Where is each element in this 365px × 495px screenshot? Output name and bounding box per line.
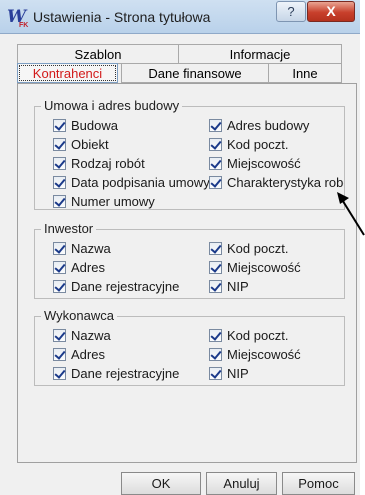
checkbox-numer-umowy[interactable]: Numer umowy bbox=[53, 194, 155, 211]
checkbox-checked-icon bbox=[209, 280, 222, 293]
checkbox-budowa[interactable]: Budowa bbox=[53, 118, 118, 135]
group-inwestor: Inwestor Nazwa Adres Dane rejestracyjne … bbox=[34, 221, 345, 299]
checkbox-miejscowosc[interactable]: Miejscowość bbox=[209, 156, 301, 173]
checkbox-charakterystyka[interactable]: Charakterystyka robót bbox=[209, 175, 344, 192]
ok-button[interactable]: OK bbox=[121, 472, 201, 495]
checkbox-checked-icon bbox=[53, 176, 66, 189]
checkbox-adres[interactable]: Adres bbox=[53, 260, 105, 277]
checkbox-checked-icon bbox=[209, 367, 222, 380]
checkbox-checked-icon bbox=[209, 119, 222, 132]
checkbox-checked-icon bbox=[53, 195, 66, 208]
tab-informacje[interactable]: Informacje bbox=[178, 44, 342, 64]
checkbox-checked-icon bbox=[53, 138, 66, 151]
checkbox-checked-icon bbox=[209, 157, 222, 170]
tab-szablon[interactable]: Szablon bbox=[17, 44, 179, 64]
checkbox-checked-icon bbox=[53, 280, 66, 293]
group-legend: Inwestor bbox=[41, 221, 97, 236]
checkbox-nazwa[interactable]: Nazwa bbox=[53, 241, 111, 258]
checkbox-data-podpisania[interactable]: Data podpisania umowy bbox=[53, 175, 221, 192]
cancel-button[interactable]: Anuluj bbox=[206, 472, 277, 495]
checkbox-adres-budowy[interactable]: Adres budowy bbox=[209, 118, 309, 135]
checkbox-nip[interactable]: NIP bbox=[209, 279, 249, 296]
checkbox-kod-poczt[interactable]: Kod poczt. bbox=[209, 137, 288, 154]
close-button[interactable]: X bbox=[307, 1, 355, 22]
checkbox-checked-icon bbox=[209, 176, 222, 189]
checkbox-checked-icon bbox=[53, 119, 66, 132]
help-button[interactable]: Pomoc bbox=[282, 472, 355, 495]
checkbox-checked-icon bbox=[53, 157, 66, 170]
tab-kontrahenci[interactable]: Kontrahenci bbox=[17, 63, 118, 83]
checkbox-nip[interactable]: NIP bbox=[209, 366, 249, 383]
button-bar: OK Anuluj Pomoc bbox=[0, 468, 360, 495]
checkbox-dane-rejestracyjne[interactable]: Dane rejestracyjne bbox=[53, 366, 188, 383]
checkbox-checked-icon bbox=[209, 348, 222, 361]
help-title-button[interactable]: ? bbox=[276, 1, 306, 22]
checkbox-kod-poczt[interactable]: Kod poczt. bbox=[209, 241, 288, 258]
checkbox-adres[interactable]: Adres bbox=[53, 347, 105, 364]
checkbox-checked-icon bbox=[209, 242, 222, 255]
checkbox-obiekt[interactable]: Obiekt bbox=[53, 137, 109, 154]
checkbox-checked-icon bbox=[53, 348, 66, 361]
checkbox-checked-icon bbox=[209, 138, 222, 151]
settings-window: W FK Ustawienia - Strona tytułowa ? X Sza… bbox=[0, 0, 360, 495]
group-legend: Wykonawca bbox=[41, 308, 117, 323]
title-bar[interactable]: W FK Ustawienia - Strona tytułowa ? X bbox=[0, 0, 360, 34]
checkbox-kod-poczt[interactable]: Kod poczt. bbox=[209, 328, 288, 345]
tab-panel-kontrahenci: Umowa i adres budowy Budowa Obiekt Rodza… bbox=[17, 83, 357, 463]
group-wykonawca: Wykonawca Nazwa Adres Dane rejestracyjne… bbox=[34, 308, 345, 386]
checkbox-checked-icon bbox=[53, 329, 66, 342]
checkbox-rodzaj-robot[interactable]: Rodzaj robót bbox=[53, 156, 145, 173]
checkbox-checked-icon bbox=[209, 329, 222, 342]
checkbox-dane-rejestracyjne[interactable]: Dane rejestracyjne bbox=[53, 279, 188, 296]
checkbox-checked-icon bbox=[209, 261, 222, 274]
checkbox-miejscowosc[interactable]: Miejscowość bbox=[209, 347, 301, 364]
checkbox-nazwa[interactable]: Nazwa bbox=[53, 328, 111, 345]
window-title: Ustawienia - Strona tytułowa bbox=[33, 9, 211, 25]
group-legend: Umowa i adres budowy bbox=[41, 98, 183, 113]
checkbox-checked-icon bbox=[53, 261, 66, 274]
checkbox-miejscowosc[interactable]: Miejscowość bbox=[209, 260, 301, 277]
annotation-arrow-icon bbox=[337, 192, 365, 236]
checkbox-checked-icon bbox=[53, 242, 66, 255]
checkbox-checked-icon bbox=[53, 367, 66, 380]
tab-dane-finansowe[interactable]: Dane finansowe bbox=[121, 63, 269, 83]
group-umowa: Umowa i adres budowy Budowa Obiekt Rodza… bbox=[34, 98, 345, 211]
tab-inne[interactable]: Inne bbox=[268, 63, 342, 83]
app-logo-icon: W FK bbox=[7, 7, 29, 29]
